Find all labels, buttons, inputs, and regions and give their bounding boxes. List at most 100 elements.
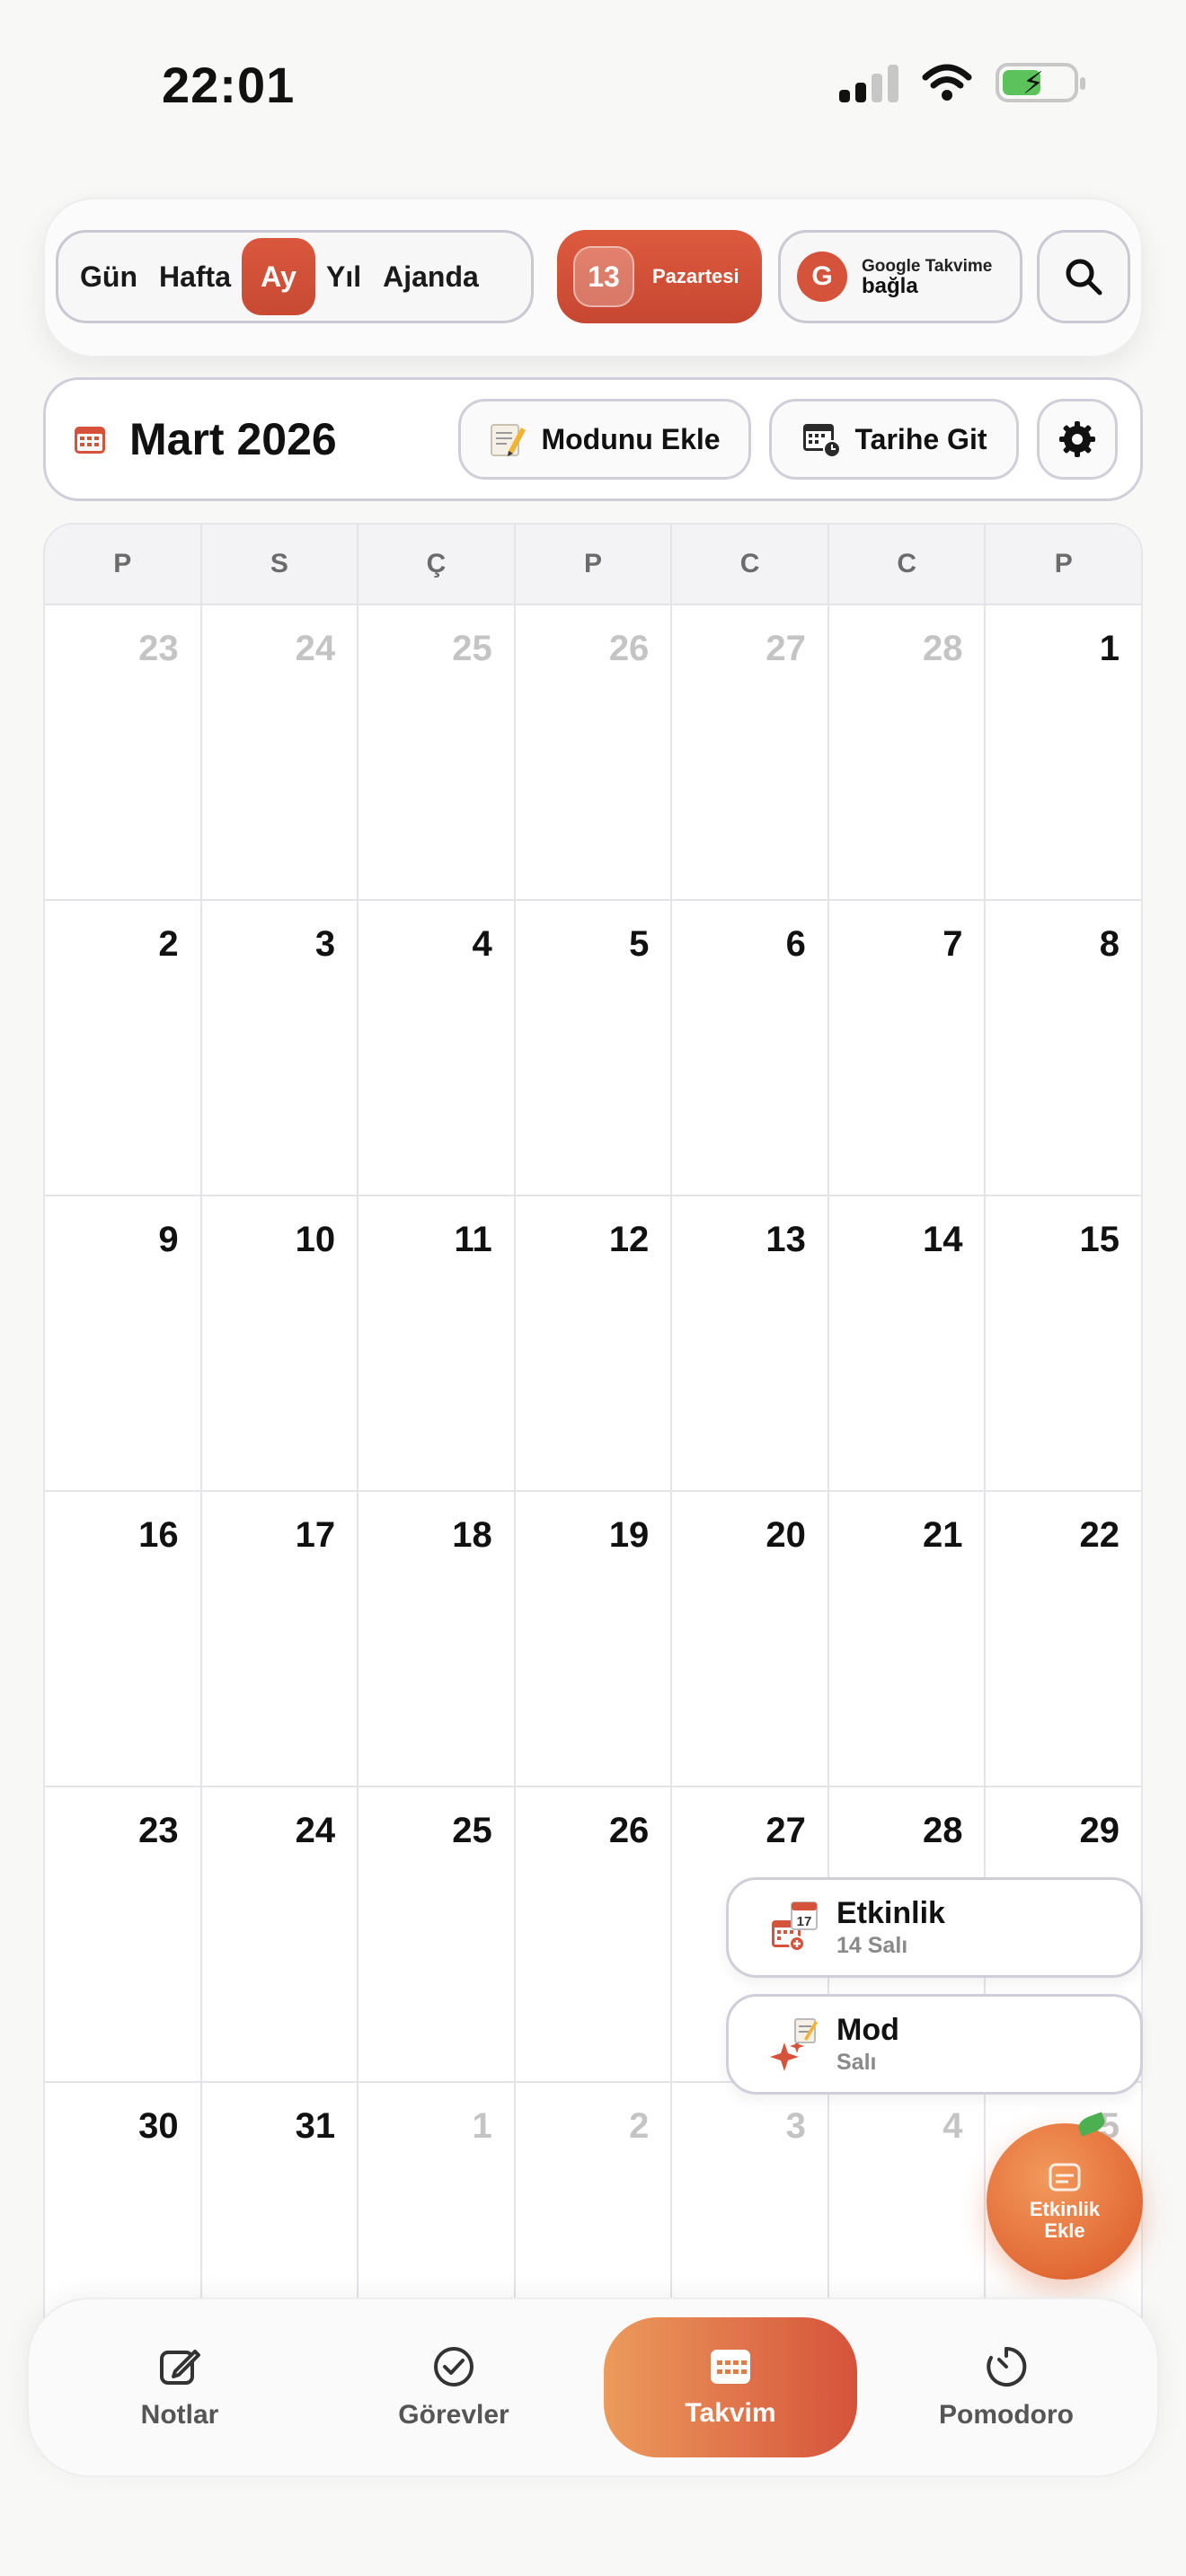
day-number: 5 <box>629 924 650 964</box>
weekday-header: P S Ç P C C P <box>45 525 1141 605</box>
day-number: 2 <box>158 924 179 964</box>
go-to-date-button[interactable]: Tarihe Git <box>769 399 1019 480</box>
view-mode-segmented-control: Gün Hafta Ay Yıl Ajanda <box>56 230 534 323</box>
month-title: Mart 2026 <box>129 414 337 464</box>
day-number: 18 <box>452 1515 492 1555</box>
day-number: 1 <box>472 2106 492 2146</box>
day-cell[interactable]: 22 <box>986 1492 1141 1786</box>
calendar-badge-number: 17 <box>797 1914 812 1929</box>
view-mode-day[interactable]: Gün <box>69 238 148 315</box>
day-number: 25 <box>452 629 492 668</box>
add-mood-subtitle: Salı <box>836 2050 877 2075</box>
day-number: 28 <box>922 629 963 668</box>
day-cell[interactable]: 11 <box>358 1196 516 1490</box>
status-time: 22:01 <box>162 57 296 113</box>
day-number: 27 <box>766 1811 806 1850</box>
check-circle-icon <box>434 2347 474 2386</box>
day-cell-other-month[interactable]: 27 <box>672 605 829 899</box>
day-cell[interactable]: 17 <box>202 1492 359 1786</box>
day-cell[interactable]: 2 <box>45 901 202 1195</box>
compose-icon <box>160 2350 200 2385</box>
day-number: 23 <box>138 629 179 668</box>
day-cell[interactable]: 9 <box>45 1196 202 1490</box>
day-number: 3 <box>314 924 336 964</box>
tab-calendar[interactable]: Takvim <box>604 2317 857 2457</box>
day-cell[interactable]: 25 <box>358 1787 516 2081</box>
day-cell-other-month[interactable]: 23 <box>45 605 202 899</box>
day-cell-other-month[interactable]: 25 <box>358 605 516 899</box>
day-number: 7 <box>943 924 963 964</box>
day-cell[interactable]: 8 <box>986 901 1141 1195</box>
view-mode-year[interactable]: Yıl <box>315 238 372 315</box>
google-calendar-connect-button[interactable]: G Google Takvime bağla <box>778 230 1022 323</box>
tab-tasks[interactable]: Görevler <box>377 2317 530 2457</box>
add-event-subtitle: 14 Salı <box>836 1933 908 1958</box>
today-button[interactable]: 13 Pazartesi <box>557 230 762 323</box>
day-cell[interactable]: 19 <box>516 1492 673 1786</box>
day-cell[interactable]: 13 <box>672 1196 829 1490</box>
day-cell[interactable]: 4 <box>358 901 516 1195</box>
day-number: 8 <box>1099 924 1120 964</box>
day-number: 29 <box>1079 1811 1120 1850</box>
calendar-add-icon: 17 <box>772 1901 818 1952</box>
add-mood-button[interactable]: Modunu Ekle <box>458 399 751 480</box>
day-number: 14 <box>922 1220 963 1259</box>
day-cell[interactable]: 23 <box>45 1787 202 2081</box>
add-mood-menu-item[interactable]: Mod Salı <box>726 1994 1143 2095</box>
day-number: 31 <box>295 2106 336 2146</box>
day-number: 13 <box>766 1220 806 1259</box>
day-cell[interactable]: 14 <box>829 1196 987 1490</box>
day-cell[interactable]: 6 <box>672 901 829 1195</box>
weekday-label: Ç <box>358 525 516 604</box>
day-number: 27 <box>766 629 806 668</box>
tab-tasks-label: Görevler <box>398 2400 509 2430</box>
tab-pomodoro[interactable]: Pomodoro <box>925 2317 1087 2457</box>
day-cell[interactable]: 1 <box>986 605 1141 899</box>
day-number: 21 <box>922 1515 963 1555</box>
search-button[interactable] <box>1037 230 1130 323</box>
day-cell-other-month[interactable]: 28 <box>829 605 987 899</box>
day-number: 3 <box>785 2106 806 2146</box>
day-number: 15 <box>1079 1220 1120 1259</box>
day-number: 16 <box>138 1515 179 1555</box>
day-number: 22 <box>1079 1515 1120 1555</box>
tab-notes[interactable]: Notlar <box>108 2317 252 2457</box>
day-cell[interactable]: 15 <box>986 1196 1141 1490</box>
day-cell[interactable]: 18 <box>358 1492 516 1786</box>
add-event-menu-item[interactable]: 17 Etkinlik 14 Salı <box>726 1877 1143 1978</box>
day-cell[interactable]: 16 <box>45 1492 202 1786</box>
day-cell[interactable]: 24 <box>202 1787 359 2081</box>
day-number: 25 <box>452 1811 492 1850</box>
day-cell[interactable]: 10 <box>202 1196 359 1490</box>
day-cell[interactable]: 12 <box>516 1196 673 1490</box>
view-mode-week[interactable]: Hafta <box>148 238 242 315</box>
view-mode-agenda[interactable]: Ajanda <box>372 238 490 315</box>
day-number: 9 <box>158 1220 179 1259</box>
week-row: 23 24 25 26 27 28 1 <box>45 605 1141 901</box>
day-cell[interactable]: 21 <box>829 1492 987 1786</box>
week-row: 9 10 11 12 13 14 15 <box>45 1196 1141 1492</box>
settings-button[interactable] <box>1037 399 1118 480</box>
add-mood-title: Mod <box>836 2013 899 2047</box>
day-number: 10 <box>295 1220 336 1259</box>
add-event-fab[interactable]: Etkinlik Ekle <box>987 2123 1143 2280</box>
battery-icon: ⚡ <box>996 63 1085 102</box>
week-row: 16 17 18 19 20 21 22 <box>45 1492 1141 1787</box>
day-number: 26 <box>608 1811 650 1850</box>
day-cell[interactable]: 5 <box>516 901 673 1195</box>
weekday-label: P <box>516 525 673 604</box>
day-number: 24 <box>295 629 336 668</box>
day-number: 23 <box>138 1811 179 1850</box>
tab-pomodoro-label: Pomodoro <box>939 2400 1074 2430</box>
day-number: 11 <box>454 1220 492 1259</box>
day-cell-other-month[interactable]: 24 <box>202 605 359 899</box>
day-cell[interactable]: 20 <box>672 1492 829 1786</box>
day-cell[interactable]: 7 <box>829 901 987 1195</box>
view-mode-month[interactable]: Ay <box>242 238 315 315</box>
day-cell[interactable]: 26 <box>516 1787 673 2081</box>
day-cell-other-month[interactable]: 26 <box>516 605 673 899</box>
day-number: 24 <box>295 1811 336 1850</box>
fab-label-line1: Etkinlik <box>1029 2198 1101 2220</box>
day-cell[interactable]: 3 <box>202 901 359 1195</box>
day-number: 19 <box>608 1515 650 1555</box>
